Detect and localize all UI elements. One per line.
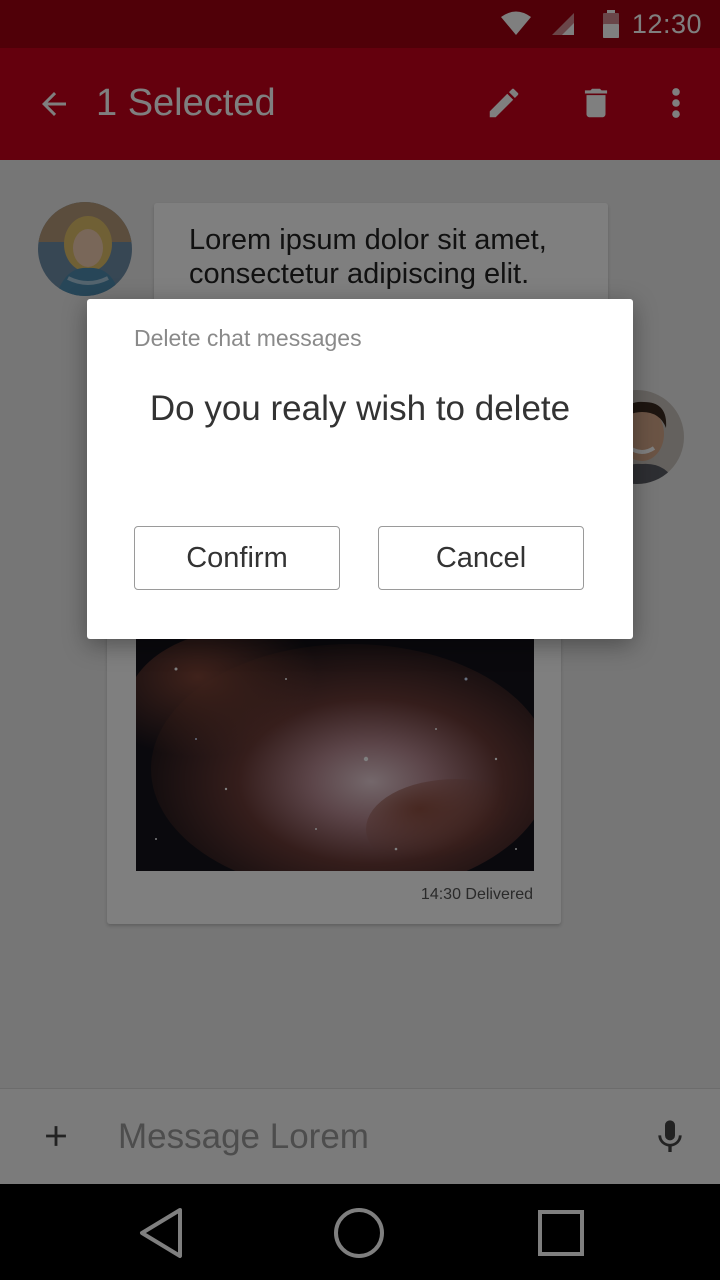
delete-dialog: Delete chat messages Do you realy wish t… [87,299,633,639]
dialog-message: Do you realy wish to delete [149,389,571,428]
confirm-button[interactable]: Confirm [134,526,340,590]
modal-scrim[interactable] [0,0,720,1280]
dialog-title: Delete chat messages [134,325,362,351]
cancel-button[interactable]: Cancel [378,526,584,590]
